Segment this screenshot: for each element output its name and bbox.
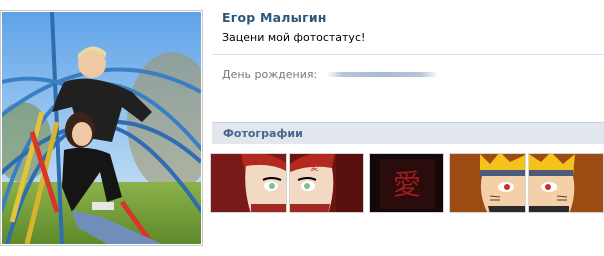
svg-text:愛: 愛 [310, 161, 319, 173]
photo-gaara-2-image: 愛 [290, 154, 363, 212]
photo-strip: 愛 愛 [210, 153, 604, 213]
avatar-photo [2, 12, 201, 244]
photo-naruto-1-image [450, 154, 525, 212]
photo-thumb[interactable] [528, 153, 604, 213]
info-divider [212, 54, 604, 55]
photos-section-header[interactable]: Фотографии [212, 122, 604, 144]
profile-avatar[interactable] [0, 10, 203, 246]
photo-thumb[interactable] [449, 153, 526, 213]
photos-header-title[interactable]: Фотографии [223, 127, 303, 140]
photo-gaara-1-image [211, 154, 286, 212]
photo-thumb[interactable]: 愛 [289, 153, 364, 213]
profile-info: Егор Малыгин Зацени мой фотостатус! День… [210, 0, 604, 256]
profile-name-link[interactable]: Егор Малыгин [222, 10, 327, 25]
svg-text:愛: 愛 [393, 168, 421, 201]
photo-kanji-image: 愛 [370, 154, 443, 212]
profile-page: Егор Малыгин Зацени мой фотостатус! День… [0, 0, 604, 256]
photo-thumb[interactable] [210, 153, 287, 213]
profile-status[interactable]: Зацени мой фотостатус! [222, 31, 365, 44]
birthday-value-blurred [326, 69, 438, 80]
birthday-label: День рождения: [222, 68, 318, 81]
photo-thumb[interactable]: 愛 [369, 153, 444, 213]
photo-naruto-2-image [529, 154, 603, 212]
